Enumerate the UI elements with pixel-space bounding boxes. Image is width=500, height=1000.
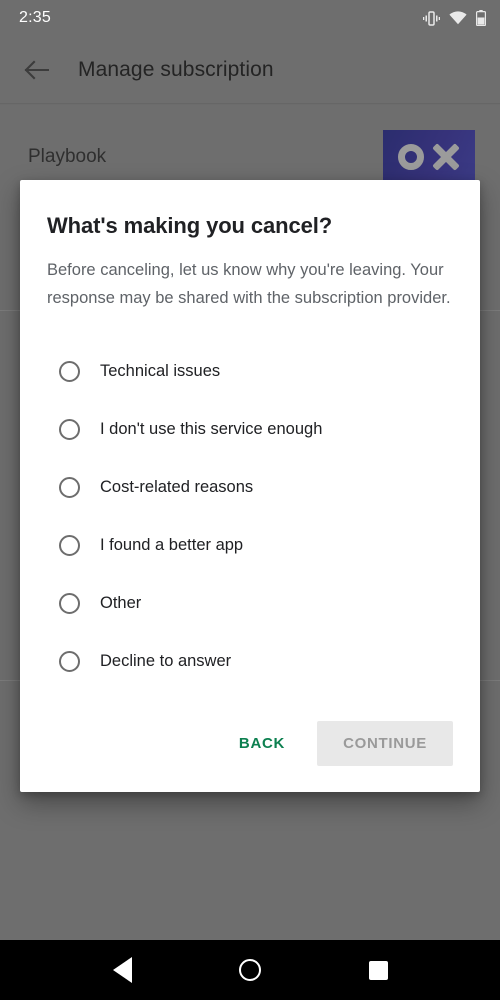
option-label: I found a better app — [100, 535, 244, 554]
option-label: Technical issues — [100, 361, 221, 380]
option-decline-to-answer[interactable]: Decline to answer — [47, 632, 453, 690]
option-other[interactable]: Other — [47, 574, 453, 632]
dialog-title: What's making you cancel? — [47, 213, 333, 238]
nav-recents-button[interactable] — [355, 947, 401, 993]
continue-button[interactable]: CONTINUE — [317, 721, 453, 766]
radio-button-icon[interactable] — [59, 534, 80, 556]
logo-cross-icon — [432, 143, 460, 171]
option-technical-issues[interactable]: Technical issues — [47, 342, 453, 400]
option-label: Other — [100, 593, 142, 612]
cancel-survey-dialog: What's making you cancel? Before canceli… — [20, 180, 480, 792]
arrow-back-icon — [24, 60, 49, 79]
cancel-reason-option-list: Technical issues I don't use this servic… — [47, 342, 453, 690]
radio-button-icon[interactable] — [59, 650, 80, 672]
vibrate-icon — [423, 10, 440, 26]
triangle-back-icon — [112, 957, 132, 983]
dialog-body-text: Before canceling, let us know why you're… — [47, 261, 451, 307]
radio-button-icon[interactable] — [59, 592, 80, 614]
wifi-icon — [449, 11, 467, 25]
option-cost-related[interactable]: Cost-related reasons — [47, 458, 453, 516]
option-found-better-app[interactable]: I found a better app — [47, 516, 453, 574]
option-label: I don't use this service enough — [100, 419, 323, 438]
page-title: Manage subscription — [78, 57, 274, 81]
back-navigation-button[interactable] — [21, 55, 51, 85]
radio-button-icon[interactable] — [59, 418, 80, 440]
option-label: Decline to answer — [100, 651, 232, 670]
playbook-app-logo — [383, 129, 475, 184]
nav-home-button[interactable] — [227, 947, 273, 993]
circle-home-icon — [239, 959, 261, 981]
logo-circle-icon — [398, 143, 424, 170]
back-button[interactable]: BACK — [221, 724, 303, 763]
subscription-app-name: Playbook — [28, 145, 107, 167]
dialog-action-bar: BACK CONTINUE — [47, 721, 453, 766]
android-navigation-bar — [0, 940, 500, 1000]
phone-screen: 2:35 Manage subscription Playbook What's… — [0, 0, 500, 1000]
nav-back-button[interactable] — [99, 947, 145, 993]
radio-button-icon[interactable] — [59, 476, 80, 498]
radio-button-icon[interactable] — [59, 360, 80, 382]
square-recents-icon — [368, 960, 388, 980]
status-bar-icons — [423, 10, 486, 26]
option-label: Cost-related reasons — [100, 477, 254, 496]
status-bar-clock: 2:35 — [19, 9, 51, 26]
option-dont-use-enough[interactable]: I don't use this service enough — [47, 400, 453, 458]
status-bar: 2:35 — [0, 0, 500, 36]
app-toolbar: Manage subscription — [0, 36, 500, 103]
battery-icon — [476, 10, 486, 26]
